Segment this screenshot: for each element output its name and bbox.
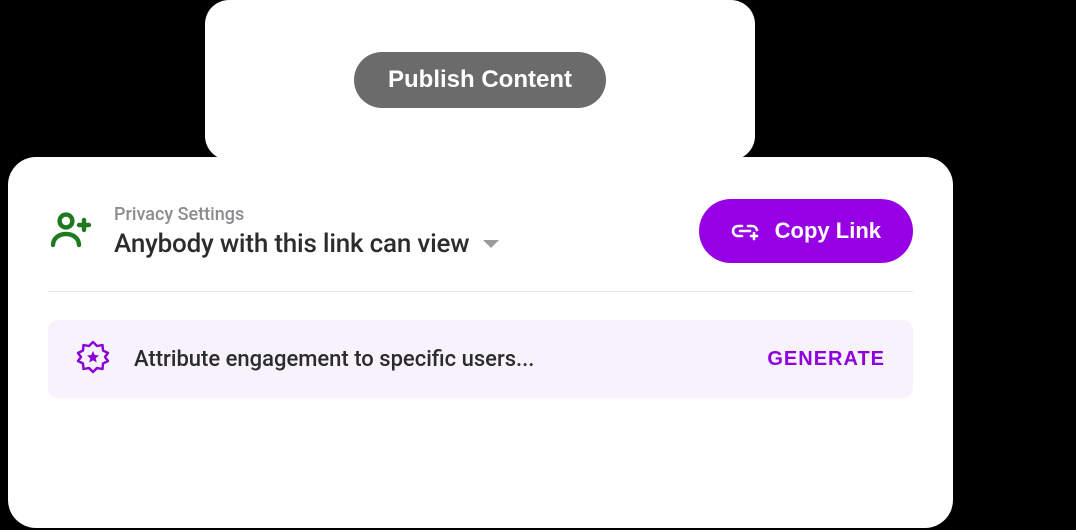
publish-content-label: Publish Content — [388, 66, 572, 93]
privacy-section-label: Privacy Settings — [114, 204, 681, 225]
copy-link-button[interactable]: Copy Link — [699, 199, 913, 263]
generate-label: GENERATE — [767, 348, 885, 370]
people-add-icon — [48, 205, 96, 257]
privacy-dropdown[interactable]: Anybody with this link can view — [114, 229, 681, 259]
publish-card: Publish Content — [205, 0, 755, 160]
link-add-icon — [731, 217, 761, 245]
attribution-banner: Attribute engagement to specific users..… — [48, 320, 913, 398]
generate-button[interactable]: GENERATE — [767, 348, 885, 371]
privacy-value: Anybody with this link can view — [114, 229, 469, 259]
privacy-row: Privacy Settings Anybody with this link … — [48, 199, 913, 292]
publish-content-button[interactable]: Publish Content — [354, 52, 606, 108]
copy-link-label: Copy Link — [775, 220, 881, 242]
star-badge-icon — [76, 340, 110, 378]
privacy-text-block: Privacy Settings Anybody with this link … — [114, 204, 681, 259]
attribution-text: Attribute engagement to specific users..… — [134, 347, 743, 372]
share-panel: Privacy Settings Anybody with this link … — [8, 157, 953, 528]
chevron-down-icon — [481, 237, 501, 251]
